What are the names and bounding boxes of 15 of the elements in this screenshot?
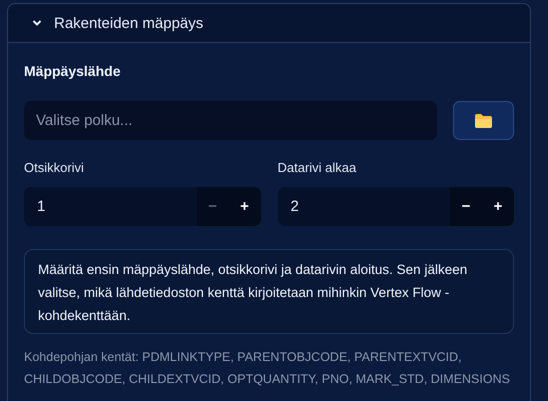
info-box: Määritä ensin mäppäyslähde, otsikkorivi ja datarivin aloitus. Sen jälkeen valitse, mikä lähdetiedoston kenttä kirjoitetaan mihinkin Vertex Flow -kohdekenttään. — [24, 249, 514, 334]
path-field[interactable]: Valitse polku... — [24, 101, 437, 140]
decrement-button[interactable]: − — [450, 187, 482, 226]
target-fields-text: Kohdepohjan kentät: PDMLINKTYPE, PARENTOBJCODE, PARENTEXTVCID, CHILDOBJCODE, CHILDEXTVCID, OPTQUANTITY, PNO, MARK_STD, DIMENSIONS — [24, 349, 511, 388]
number-field[interactable]: 2 − + — [278, 187, 514, 226]
folder-icon — [475, 114, 492, 128]
section-header[interactable]: Rakenteiden mäppäys — [8, 4, 530, 43]
section-label: Mäppäyslähde — [24, 63, 122, 81]
field-label: Otsikkorivi — [24, 160, 85, 177]
number-field[interactable]: 1 − + — [24, 187, 260, 226]
increment-button[interactable]: + — [482, 187, 514, 226]
browse-button[interactable] — [453, 101, 514, 140]
field-label: Datarivi alkaa — [278, 160, 358, 177]
increment-button[interactable]: + — [228, 187, 260, 226]
chevron-icon — [32, 18, 42, 28]
